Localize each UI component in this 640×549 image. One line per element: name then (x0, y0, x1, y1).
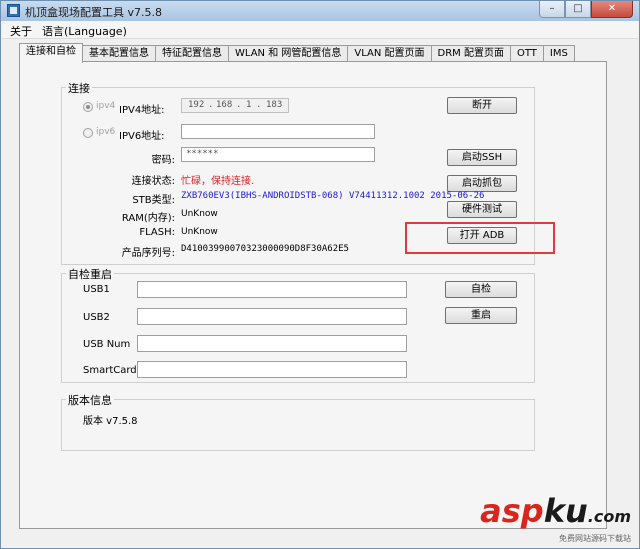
serial-value: D41003990070323000090D8F30A62E5 (181, 244, 349, 254)
start-capture-button[interactable]: 启动抓包 (447, 175, 517, 192)
tab-feature-config[interactable]: 特征配置信息 (155, 45, 229, 62)
watermark-ku: ku (543, 492, 588, 530)
ipv4-octet-1: 192 (188, 100, 205, 110)
maximize-icon[interactable]: □ (565, 1, 591, 18)
menu-about[interactable]: 关于 (10, 23, 32, 39)
main-window: 机顶盒现场配置工具 v7.5.8 – □ ✕ 关于 语言(Language) 连… (0, 0, 640, 549)
adb-highlight-box (405, 222, 555, 254)
usb2-field[interactable] (137, 308, 407, 325)
tab-ott[interactable]: OTT (510, 45, 544, 62)
ipv6-address-field[interactable] (181, 124, 375, 139)
flash-value: UnKnow (181, 227, 218, 237)
title-bar[interactable]: 机顶盒现场配置工具 v7.5.8 – □ ✕ (1, 1, 639, 21)
usb1-label: USB1 (83, 284, 110, 295)
ipv4-radio-label: ipv4 (96, 101, 116, 111)
selfcheck-button[interactable]: 自检 (445, 281, 517, 298)
usbnum-field[interactable] (137, 335, 407, 352)
stb-type-label: STB类型: (132, 195, 175, 206)
reboot-button[interactable]: 重启 (445, 307, 517, 324)
ipv4-dot: . (208, 100, 214, 110)
status-value: 忙碌，保持连接. (181, 176, 255, 187)
smartcard-label: SmartCard (83, 365, 137, 376)
flash-label: FLASH: (139, 227, 175, 238)
ipv6-radio-label: ipv6 (96, 127, 116, 137)
watermark-asp: asp (480, 492, 544, 530)
ipv4-octet-4: 183 (266, 100, 283, 110)
ipv4-dot: . (256, 100, 262, 110)
tab-connect-selftest[interactable]: 连接和自检 (19, 43, 83, 63)
ram-value: UnKnow (181, 209, 218, 219)
watermark-com: .com (587, 507, 631, 526)
serial-label: 产品序列号: (121, 248, 175, 259)
menu-language[interactable]: 语言(Language) (42, 23, 127, 39)
hardware-test-button[interactable]: 硬件测试 (447, 201, 517, 218)
minimize-icon[interactable]: – (539, 1, 565, 18)
tab-wlan-config[interactable]: WLAN 和 网管配置信息 (228, 45, 349, 62)
usb2-label: USB2 (83, 312, 110, 323)
disconnect-button[interactable]: 断开 (447, 97, 517, 114)
app-icon (7, 4, 20, 17)
smartcard-field[interactable] (137, 361, 407, 378)
ipv6-label: IPV6地址: (119, 131, 165, 142)
stb-type-value: ZXB760EV3(IBHS-ANDROIDSTB-068) V74411312… (181, 191, 485, 201)
connection-group-title: 连接 (66, 80, 92, 96)
status-label: 连接状态: (131, 176, 175, 187)
close-icon[interactable]: ✕ (591, 1, 633, 18)
tab-ims[interactable]: IMS (542, 45, 575, 62)
ipv4-octet-2: 168 (216, 100, 233, 110)
menu-bar: 关于 语言(Language) (2, 21, 638, 39)
start-ssh-button[interactable]: 启动SSH (447, 149, 517, 166)
password-field[interactable]: ****** (181, 147, 375, 162)
ipv4-radio[interactable] (83, 102, 93, 112)
usbnum-label: USB Num (83, 339, 131, 350)
ipv4-address-field[interactable]: 192 . 168 . 1 . 183 (181, 98, 289, 113)
version-text: 版本 v7.5.8 (83, 416, 138, 427)
selftest-group-title: 自检重启 (66, 266, 114, 282)
tab-strip: 连接和自检 基本配置信息 特征配置信息 WLAN 和 网管配置信息 VLAN 配… (19, 43, 575, 63)
watermark-subtitle: 免费网站源码下载站 (559, 534, 631, 543)
ipv4-dot: . (236, 100, 242, 110)
tab-drm-config[interactable]: DRM 配置页面 (430, 45, 511, 62)
tab-basic-config[interactable]: 基本配置信息 (82, 45, 156, 62)
version-group-title: 版本信息 (66, 392, 114, 408)
ram-label: RAM(内存): (121, 213, 175, 224)
tab-vlan-config[interactable]: VLAN 配置页面 (347, 45, 432, 62)
ipv6-radio[interactable] (83, 128, 93, 138)
password-label: 密码: (151, 155, 175, 166)
window-controls: – □ ✕ (539, 1, 633, 18)
watermark-logo: aspku.com 免费网站源码下载站 (480, 495, 631, 544)
window-title: 机顶盒现场配置工具 v7.5.8 (25, 6, 162, 19)
usb1-field[interactable] (137, 281, 407, 298)
ipv4-octet-3: 1 (246, 100, 252, 110)
ipv4-label: IPV4地址: (119, 105, 165, 116)
